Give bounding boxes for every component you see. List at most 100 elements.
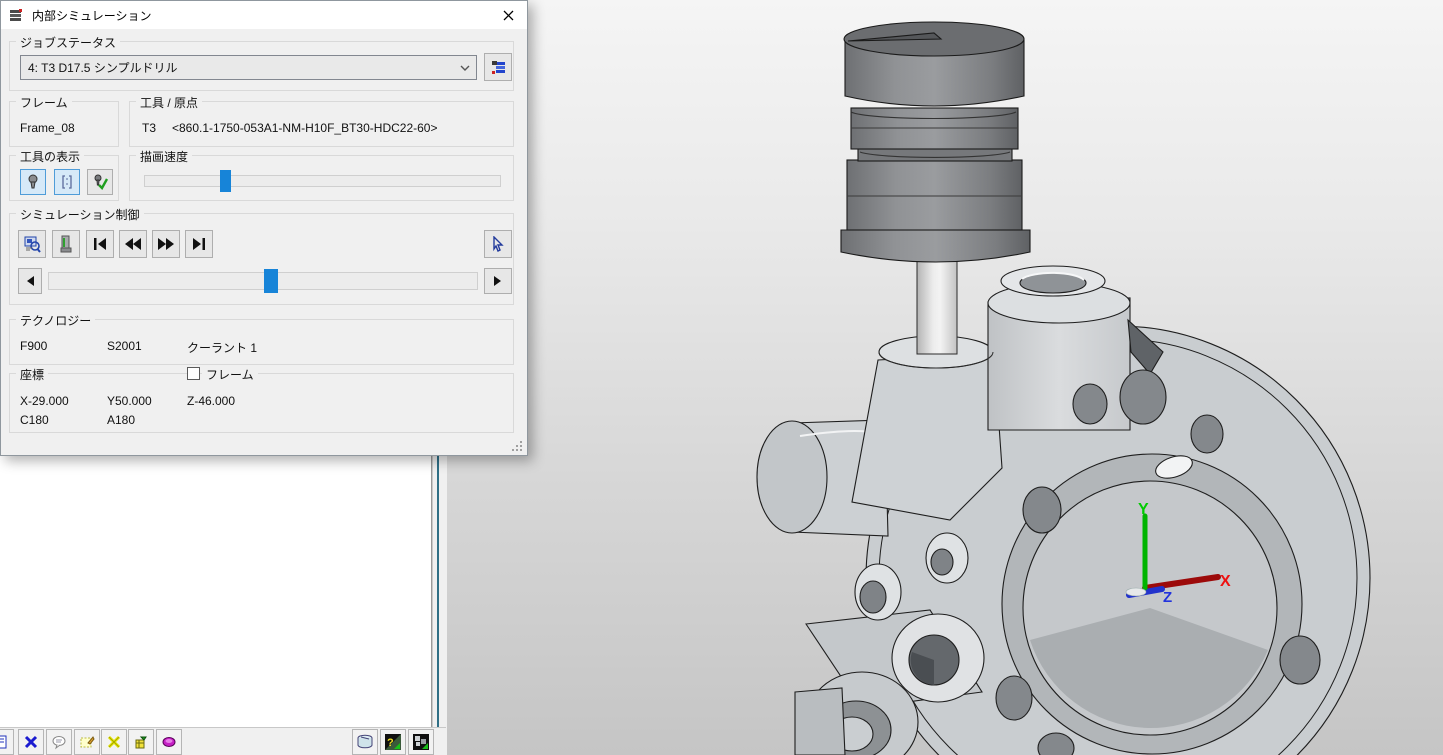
coord-c: C180: [20, 413, 49, 427]
single-step-button[interactable]: [52, 230, 80, 258]
skip-start-icon: [92, 237, 108, 251]
machine-sim-button[interactable]: [408, 729, 434, 755]
fast-forward-button[interactable]: [152, 230, 180, 258]
draw-speed-track[interactable]: [144, 175, 501, 187]
spindle-value: S2001: [107, 339, 142, 353]
group-frame: フレーム Frame_08: [9, 101, 119, 147]
delete-yellow-button[interactable]: [101, 729, 127, 755]
progress-track[interactable]: [48, 272, 478, 290]
job-list-icon: [490, 59, 507, 76]
coord-z: Z-46.000: [187, 394, 235, 408]
comment-button[interactable]: [46, 729, 72, 755]
fixture-button[interactable]: [128, 729, 154, 755]
go-to-start-button[interactable]: [86, 230, 114, 258]
job-status-combo[interactable]: 4: T3 D17.5 シンプルドリル: [20, 55, 477, 80]
group-technology-label: テクノロジー: [16, 312, 95, 329]
dialog-title: 内部シミュレーション: [32, 7, 152, 24]
screen-magnifier-icon: [23, 235, 41, 253]
tool-check-icon: [92, 174, 109, 191]
group-job-status-label: ジョブステータス: [16, 34, 120, 51]
coord-y: Y50.000: [107, 394, 152, 408]
magenta-ring-icon: [161, 734, 177, 750]
stock-cylinder-icon: [356, 733, 374, 751]
stock-button[interactable]: [352, 729, 378, 755]
machine-column-icon: [58, 235, 74, 253]
close-button[interactable]: [491, 1, 525, 29]
group-draw-speed: 描画速度: [129, 155, 514, 201]
target-solid-icon: [412, 733, 430, 751]
machine-simulation-button[interactable]: [18, 230, 46, 258]
group-draw-speed-label: 描画速度: [136, 148, 192, 165]
job-list-button[interactable]: [484, 53, 512, 81]
frame-checkbox-label: フレーム: [202, 366, 258, 383]
progress-step-forward-button[interactable]: [484, 268, 512, 294]
axis-label-x: X: [1220, 573, 1231, 590]
show-holder-transparent-button[interactable]: [54, 169, 80, 195]
app-screen: Y X Z ?: [0, 0, 1443, 755]
close-icon: [503, 10, 514, 21]
program-panel[interactable]: [0, 455, 432, 727]
feed-value: F900: [20, 339, 47, 353]
simulation-dialog: 内部シミュレーション ジョブステータス 4: T3 D17.5 シンプルドリル …: [0, 0, 528, 456]
holder-wireframe-icon: [59, 174, 75, 190]
arrow-left-icon: [25, 275, 35, 287]
holder-name: <860.1-1750-053A1-NM-H10F_BT30-HDC22-60>: [172, 121, 437, 135]
group-sim-control: シミュレーション制御: [9, 213, 514, 305]
frame-checkbox[interactable]: [187, 367, 200, 380]
delete-blue-button[interactable]: [18, 729, 44, 755]
group-sim-control-label: シミュレーション制御: [16, 206, 144, 223]
group-tool-display: 工具の表示: [9, 155, 119, 201]
doc-properties-button[interactable]: [0, 729, 14, 755]
fast-forward-icon: [157, 237, 175, 251]
progress-step-back-button[interactable]: [18, 268, 42, 294]
coolant-value: クーラント 1: [187, 339, 257, 356]
skip-end-icon: [191, 237, 207, 251]
target-question-icon: ?: [384, 733, 402, 751]
verify-tool-button[interactable]: [87, 169, 113, 195]
tool-icon: [25, 174, 41, 190]
svg-text:?: ?: [387, 737, 394, 749]
edit-boundary-icon: [79, 734, 95, 750]
tool-holder[interactable]: [841, 22, 1030, 262]
show-tool-button[interactable]: [20, 169, 46, 195]
highlight-button[interactable]: [156, 729, 182, 755]
group-tool-origin-label: 工具 / 原点: [136, 94, 202, 111]
progress-handle[interactable]: [264, 269, 278, 293]
go-to-end-button[interactable]: [185, 230, 213, 258]
coord-a: A180: [107, 413, 135, 427]
pick-position-button[interactable]: [484, 230, 512, 258]
panel-divider[interactable]: [432, 455, 447, 755]
group-coordinates-label: 座標: [16, 366, 48, 383]
fixture-box-icon: [133, 734, 149, 750]
resize-grip[interactable]: [511, 440, 523, 452]
bottom-toolbar: ?: [0, 727, 446, 755]
group-coordinates: 座標 フレーム X-29.000 Y50.000 Z-46.000 C180 A…: [9, 373, 514, 433]
job-status-selected: 4: T3 D17.5 シンプルドリル: [28, 59, 177, 76]
panel-divider-line: [437, 455, 439, 755]
rewind-button[interactable]: [119, 230, 147, 258]
group-technology: テクノロジー F900 S2001 クーラント 1: [9, 319, 514, 365]
rewind-icon: [124, 237, 142, 251]
arrow-right-icon: [493, 275, 503, 287]
comment-bubble-icon: [51, 734, 67, 750]
group-frame-label: フレーム: [16, 94, 72, 111]
group-tool-origin: 工具 / 原点 T3 <860.1-1750-053A1-NM-H10F_BT3…: [129, 101, 514, 147]
doc-properties-icon: [0, 734, 9, 750]
draw-speed-handle[interactable]: [220, 170, 231, 192]
coord-x: X-29.000: [20, 394, 69, 408]
axis-label-z: Z: [1163, 589, 1172, 606]
yellow-x-icon: [106, 734, 122, 750]
group-tool-display-label: 工具の表示: [16, 148, 84, 165]
simulation-layers-icon: [9, 8, 24, 23]
tool-number: T3: [142, 121, 156, 135]
edit-boundary-button[interactable]: [74, 729, 100, 755]
machine-sim-unknown-button[interactable]: ?: [380, 729, 406, 755]
cursor-arrow-icon: [490, 236, 506, 252]
chevron-down-icon: [458, 61, 472, 75]
group-job-status: ジョブステータス 4: T3 D17.5 シンプルドリル: [9, 41, 514, 91]
housing-part[interactable]: [757, 266, 1370, 755]
dialog-titlebar[interactable]: 内部シミュレーション: [1, 1, 527, 29]
blue-x-icon: [23, 734, 39, 750]
axis-label-y: Y: [1138, 501, 1149, 518]
frame-value: Frame_08: [20, 121, 75, 135]
